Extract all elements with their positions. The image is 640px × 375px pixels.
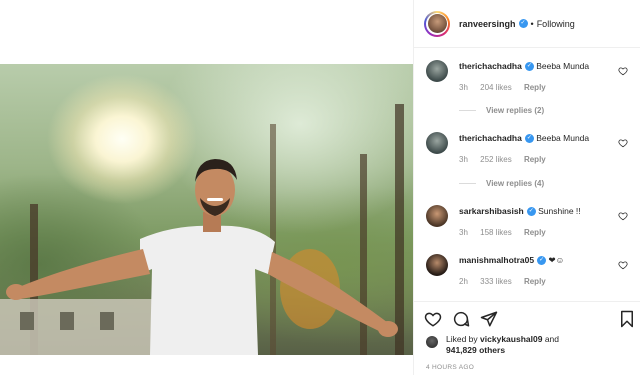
view-replies-label: View replies (2) bbox=[486, 106, 545, 115]
comment-username[interactable]: sarkarshibasish bbox=[459, 206, 524, 216]
author-username[interactable]: ranveersingh bbox=[459, 19, 516, 29]
liked-by-text: Liked by vickykaushal09 and 941,829 othe… bbox=[446, 334, 616, 356]
post-timestamp[interactable]: 4 HOURS AGO bbox=[426, 364, 474, 371]
comment-username[interactable]: therichachadha bbox=[459, 61, 522, 71]
liked-others[interactable]: 941,829 others bbox=[446, 345, 505, 355]
commenter-avatar[interactable] bbox=[426, 60, 448, 82]
comment-text: Beeba Munda bbox=[536, 61, 590, 71]
bookmark-icon[interactable] bbox=[618, 310, 636, 328]
verified-badge-icon: ✓ bbox=[524, 62, 534, 72]
photo-illustration bbox=[0, 104, 404, 355]
liked-by: Liked by vickykaushal09 and 941,829 othe… bbox=[426, 334, 616, 356]
post-actions: Liked by vickykaushal09 and 941,829 othe… bbox=[414, 301, 640, 375]
header-separator: • bbox=[530, 18, 534, 29]
heart-icon[interactable] bbox=[618, 211, 628, 221]
share-icon[interactable] bbox=[480, 310, 498, 328]
heart-icon[interactable] bbox=[618, 138, 628, 148]
comment-time: 3h bbox=[459, 228, 468, 237]
comment-body: sarkarshibasish ✓ Sunshine !! bbox=[459, 206, 619, 217]
post-header: ranveersingh ✓ • Following bbox=[414, 0, 640, 48]
comment-text: Sunshine !! bbox=[538, 206, 581, 216]
following-button[interactable]: Following bbox=[537, 19, 575, 29]
liker-avatar[interactable] bbox=[426, 336, 438, 348]
replies-divider bbox=[459, 110, 476, 111]
verified-badge-icon: ✓ bbox=[537, 256, 547, 266]
post-media-area bbox=[0, 0, 413, 375]
comments-list[interactable]: therichachadha ✓ Beeba Munda 3h 204 likes… bbox=[414, 48, 640, 301]
commenter-avatar[interactable] bbox=[426, 132, 448, 154]
comment-time: 2h bbox=[459, 277, 468, 286]
comment-time: 3h bbox=[459, 155, 468, 164]
view-replies-label: View replies (4) bbox=[486, 179, 545, 188]
comment-likes[interactable]: 158 likes bbox=[480, 228, 512, 237]
reply-button[interactable]: Reply bbox=[524, 277, 546, 286]
replies-divider bbox=[459, 183, 476, 184]
comment-time: 3h bbox=[459, 83, 468, 92]
heart-icon[interactable] bbox=[618, 260, 628, 270]
comment-body: therichachadha ✓ Beeba Munda bbox=[459, 61, 619, 72]
view-replies-button[interactable]: View replies (4) bbox=[459, 179, 544, 188]
comment-username[interactable]: therichachadha bbox=[459, 133, 522, 143]
comment-icon[interactable] bbox=[452, 310, 470, 328]
comment-meta: 3h 204 likes Reply bbox=[459, 83, 556, 92]
comment-likes[interactable]: 204 likes bbox=[480, 83, 512, 92]
verified-badge-icon: ✓ bbox=[526, 207, 536, 217]
author-avatar[interactable] bbox=[424, 10, 450, 37]
reply-button[interactable]: Reply bbox=[524, 83, 546, 92]
commenter-avatar[interactable] bbox=[426, 205, 448, 227]
view-replies-button[interactable]: View replies (2) bbox=[459, 106, 544, 115]
comment-meta: 2h 333 likes Reply bbox=[459, 277, 556, 286]
heart-icon[interactable] bbox=[618, 66, 628, 76]
comment-likes[interactable]: 333 likes bbox=[480, 277, 512, 286]
comment-meta: 3h 252 likes Reply bbox=[459, 155, 556, 164]
reply-button[interactable]: Reply bbox=[524, 228, 546, 237]
comment-text: Beeba Munda bbox=[536, 133, 590, 143]
comment-text: ❤☺ bbox=[548, 255, 565, 265]
post-photo[interactable] bbox=[0, 64, 413, 355]
liked-and: and bbox=[544, 334, 559, 344]
verified-badge-icon: ✓ bbox=[524, 134, 534, 144]
comment-likes[interactable]: 252 likes bbox=[480, 155, 512, 164]
liked-user[interactable]: vickykaushal09 bbox=[480, 334, 542, 344]
heart-icon[interactable] bbox=[424, 310, 442, 328]
verified-badge-icon: ✓ bbox=[518, 19, 528, 28]
comment-body: therichachadha ✓ Beeba Munda bbox=[459, 133, 619, 144]
post-details-panel: ranveersingh ✓ • Following therichachadh… bbox=[413, 0, 640, 375]
commenter-avatar[interactable] bbox=[426, 254, 448, 276]
reply-button[interactable]: Reply bbox=[524, 155, 546, 164]
comment-username[interactable]: manishmalhotra05 bbox=[459, 255, 534, 265]
comment-meta: 3h 158 likes Reply bbox=[459, 228, 556, 237]
comment-body: manishmalhotra05 ✓ ❤☺ bbox=[459, 255, 619, 266]
liked-prefix: Liked by bbox=[446, 334, 478, 344]
